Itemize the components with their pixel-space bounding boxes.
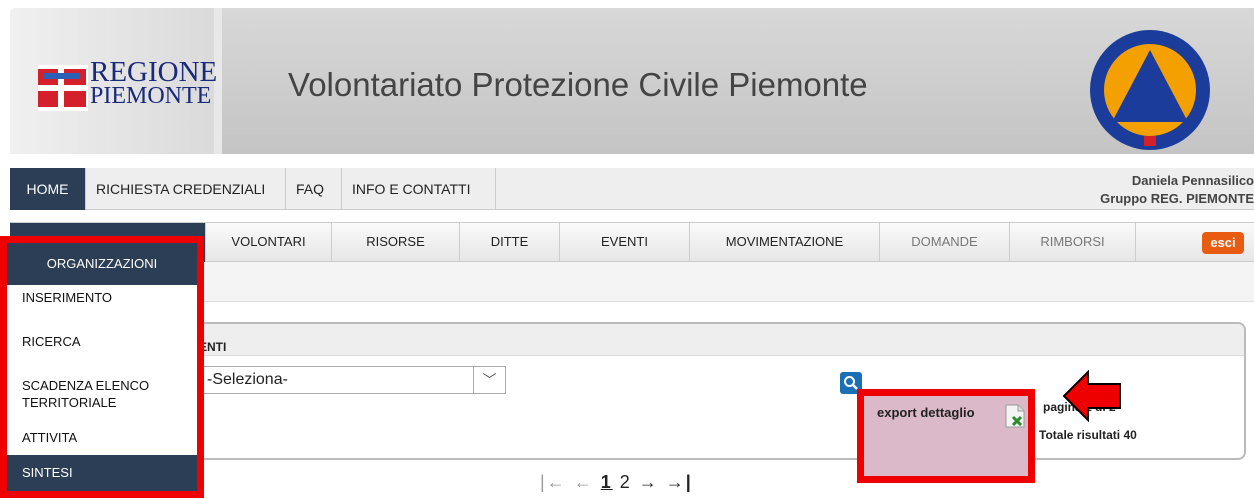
- menu-item-inserimento[interactable]: INSERIMENTO: [7, 283, 112, 313]
- organizzazioni-dropdown-menu: ORGANIZZAZIONI INSERIMENTO RICERCA SCADE…: [0, 236, 204, 498]
- site-title: Volontariato Protezione Civile Piemonte: [288, 66, 868, 103]
- regione-logo-text: REGIONE PIEMONTE: [90, 56, 218, 109]
- regione-logo[interactable]: REGIONE PIEMONTE: [10, 8, 222, 154]
- logo-line2: PIEMONTE: [90, 83, 212, 109]
- menu-item-sintesi[interactable]: SINTESI: [7, 455, 197, 491]
- red-arrow-annotation: [1062, 370, 1121, 422]
- menu-item-ricerca[interactable]: RICERCA: [7, 327, 81, 357]
- select-value: -Seleziona-: [207, 371, 288, 388]
- menu-item-scadenza-elenco-territoriale[interactable]: SCADENZA ELENCO TERRITORIALE: [7, 377, 167, 411]
- tab-movimentazione[interactable]: MOVIMENTAZIONE: [690, 223, 880, 263]
- user-group: Gruppo REG. PIEMONTE: [1100, 191, 1254, 206]
- total-results: Totale risultati 40: [1039, 428, 1137, 442]
- first-page-button[interactable]: |←: [540, 472, 567, 492]
- regione-flag-icon: [38, 65, 88, 111]
- user-name: Daniela Pennasilico: [1131, 173, 1254, 188]
- nav-info-contatti[interactable]: INFO E CONTATTI: [342, 168, 496, 210]
- tab-domande[interactable]: DOMANDE: [880, 223, 1010, 263]
- export-label: export dettaglio: [877, 405, 975, 420]
- user-info: Daniela Pennasilico Gruppo REG. PIEMONTE: [1100, 172, 1254, 208]
- logout-button[interactable]: esci: [1202, 232, 1244, 254]
- top-navigation: HOME RICHIESTA CREDENZIALI FAQ INFO E CO…: [10, 168, 1254, 210]
- tab-ditte[interactable]: DITTE: [460, 223, 560, 263]
- panel-header: [172, 324, 1244, 356]
- logo-line1: REGIONE: [90, 56, 218, 88]
- next-page-button[interactable]: →: [639, 472, 659, 492]
- nav-faq[interactable]: FAQ: [286, 168, 342, 210]
- chevron-down-icon[interactable]: ﹀: [473, 367, 505, 393]
- tab-eventi[interactable]: EVENTI: [560, 223, 690, 263]
- page-1-link[interactable]: 1: [601, 472, 613, 492]
- enti-select[interactable]: -Seleziona- ﹀: [202, 366, 506, 394]
- dropdown-header[interactable]: ORGANIZZAZIONI: [7, 243, 197, 285]
- pagination: |← ← 1 2 → →|: [540, 472, 693, 493]
- excel-file-icon[interactable]: [1004, 404, 1026, 428]
- page-2-link[interactable]: 2: [620, 472, 632, 492]
- protezione-civile-logo-icon: [1090, 30, 1210, 150]
- prev-page-button[interactable]: ←: [574, 472, 594, 492]
- menu-item-attivita[interactable]: ATTIVITA: [7, 423, 77, 453]
- tab-volontari[interactable]: VOLONTARI: [206, 223, 332, 263]
- site-header: REGIONE PIEMONTE Volontariato Protezione…: [10, 8, 1254, 154]
- nav-home[interactable]: HOME: [10, 168, 86, 210]
- nav-richiesta-credenziali[interactable]: RICHIESTA CREDENZIALI: [86, 168, 286, 210]
- tab-rimborsi[interactable]: RIMBORSI: [1010, 223, 1136, 263]
- last-page-button[interactable]: →|: [666, 472, 693, 492]
- export-dettaglio-button[interactable]: export dettaglio: [857, 389, 1035, 483]
- tab-risorse[interactable]: RISORSE: [332, 223, 460, 263]
